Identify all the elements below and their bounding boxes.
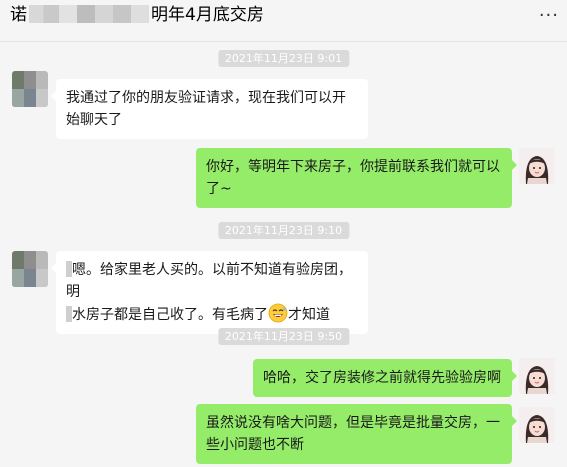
timestamp: 2021年11月23日 9:10 xyxy=(217,222,350,239)
grinning-sweat-emoji-icon xyxy=(268,303,288,323)
redacted-name xyxy=(29,5,149,23)
contact-avatar[interactable] xyxy=(12,71,48,107)
message-bubble-outgoing: 虽然说没有啥大问题，但是毕竟是批量交房，一些小问题也不断 xyxy=(196,404,517,464)
my-avatar[interactable] xyxy=(519,358,555,394)
girl-avatar-icon xyxy=(519,358,555,394)
girl-avatar-icon xyxy=(519,148,555,184)
message-bubble-incoming: 嗯。给家里老人买的。以前不知道有验房团，明 水房子都是自己收了。有毛病了 才知道 xyxy=(51,251,368,334)
timestamp: 2021年11月23日 9:50 xyxy=(217,328,350,345)
girl-avatar-icon xyxy=(519,407,555,443)
message-bubble-incoming: 我通过了你的朋友验证请求，现在我们可以开始聊天了 xyxy=(51,79,368,139)
timestamp: 2021年11月23日 9:01 xyxy=(217,50,350,67)
chat-title: 诺 明年4月底交房 xyxy=(10,4,264,26)
chat-title-suffix: 明年4月底交房 xyxy=(151,5,264,25)
message-text: 才知道 xyxy=(288,307,330,323)
my-avatar[interactable] xyxy=(519,407,555,443)
more-dots-icon[interactable]: ··· xyxy=(539,7,559,25)
chat-header: 诺 明年4月底交房 ··· xyxy=(0,0,567,42)
contact-avatar[interactable] xyxy=(12,251,48,287)
message-text: 水房子都是自己收了。有毛病了 xyxy=(72,307,268,323)
message-text: 嗯。给家里老人买的。以前不知道有验房团，明 xyxy=(66,262,352,300)
message-bubble-outgoing: 哈哈，交了房装修之前就得先验验房啊 xyxy=(253,359,517,397)
my-avatar[interactable] xyxy=(519,148,555,184)
chat-title-prefix: 诺 xyxy=(10,5,27,25)
message-bubble-outgoing: 你好，等明年下来房子，你提前联系我们就可以了~ xyxy=(196,148,517,208)
